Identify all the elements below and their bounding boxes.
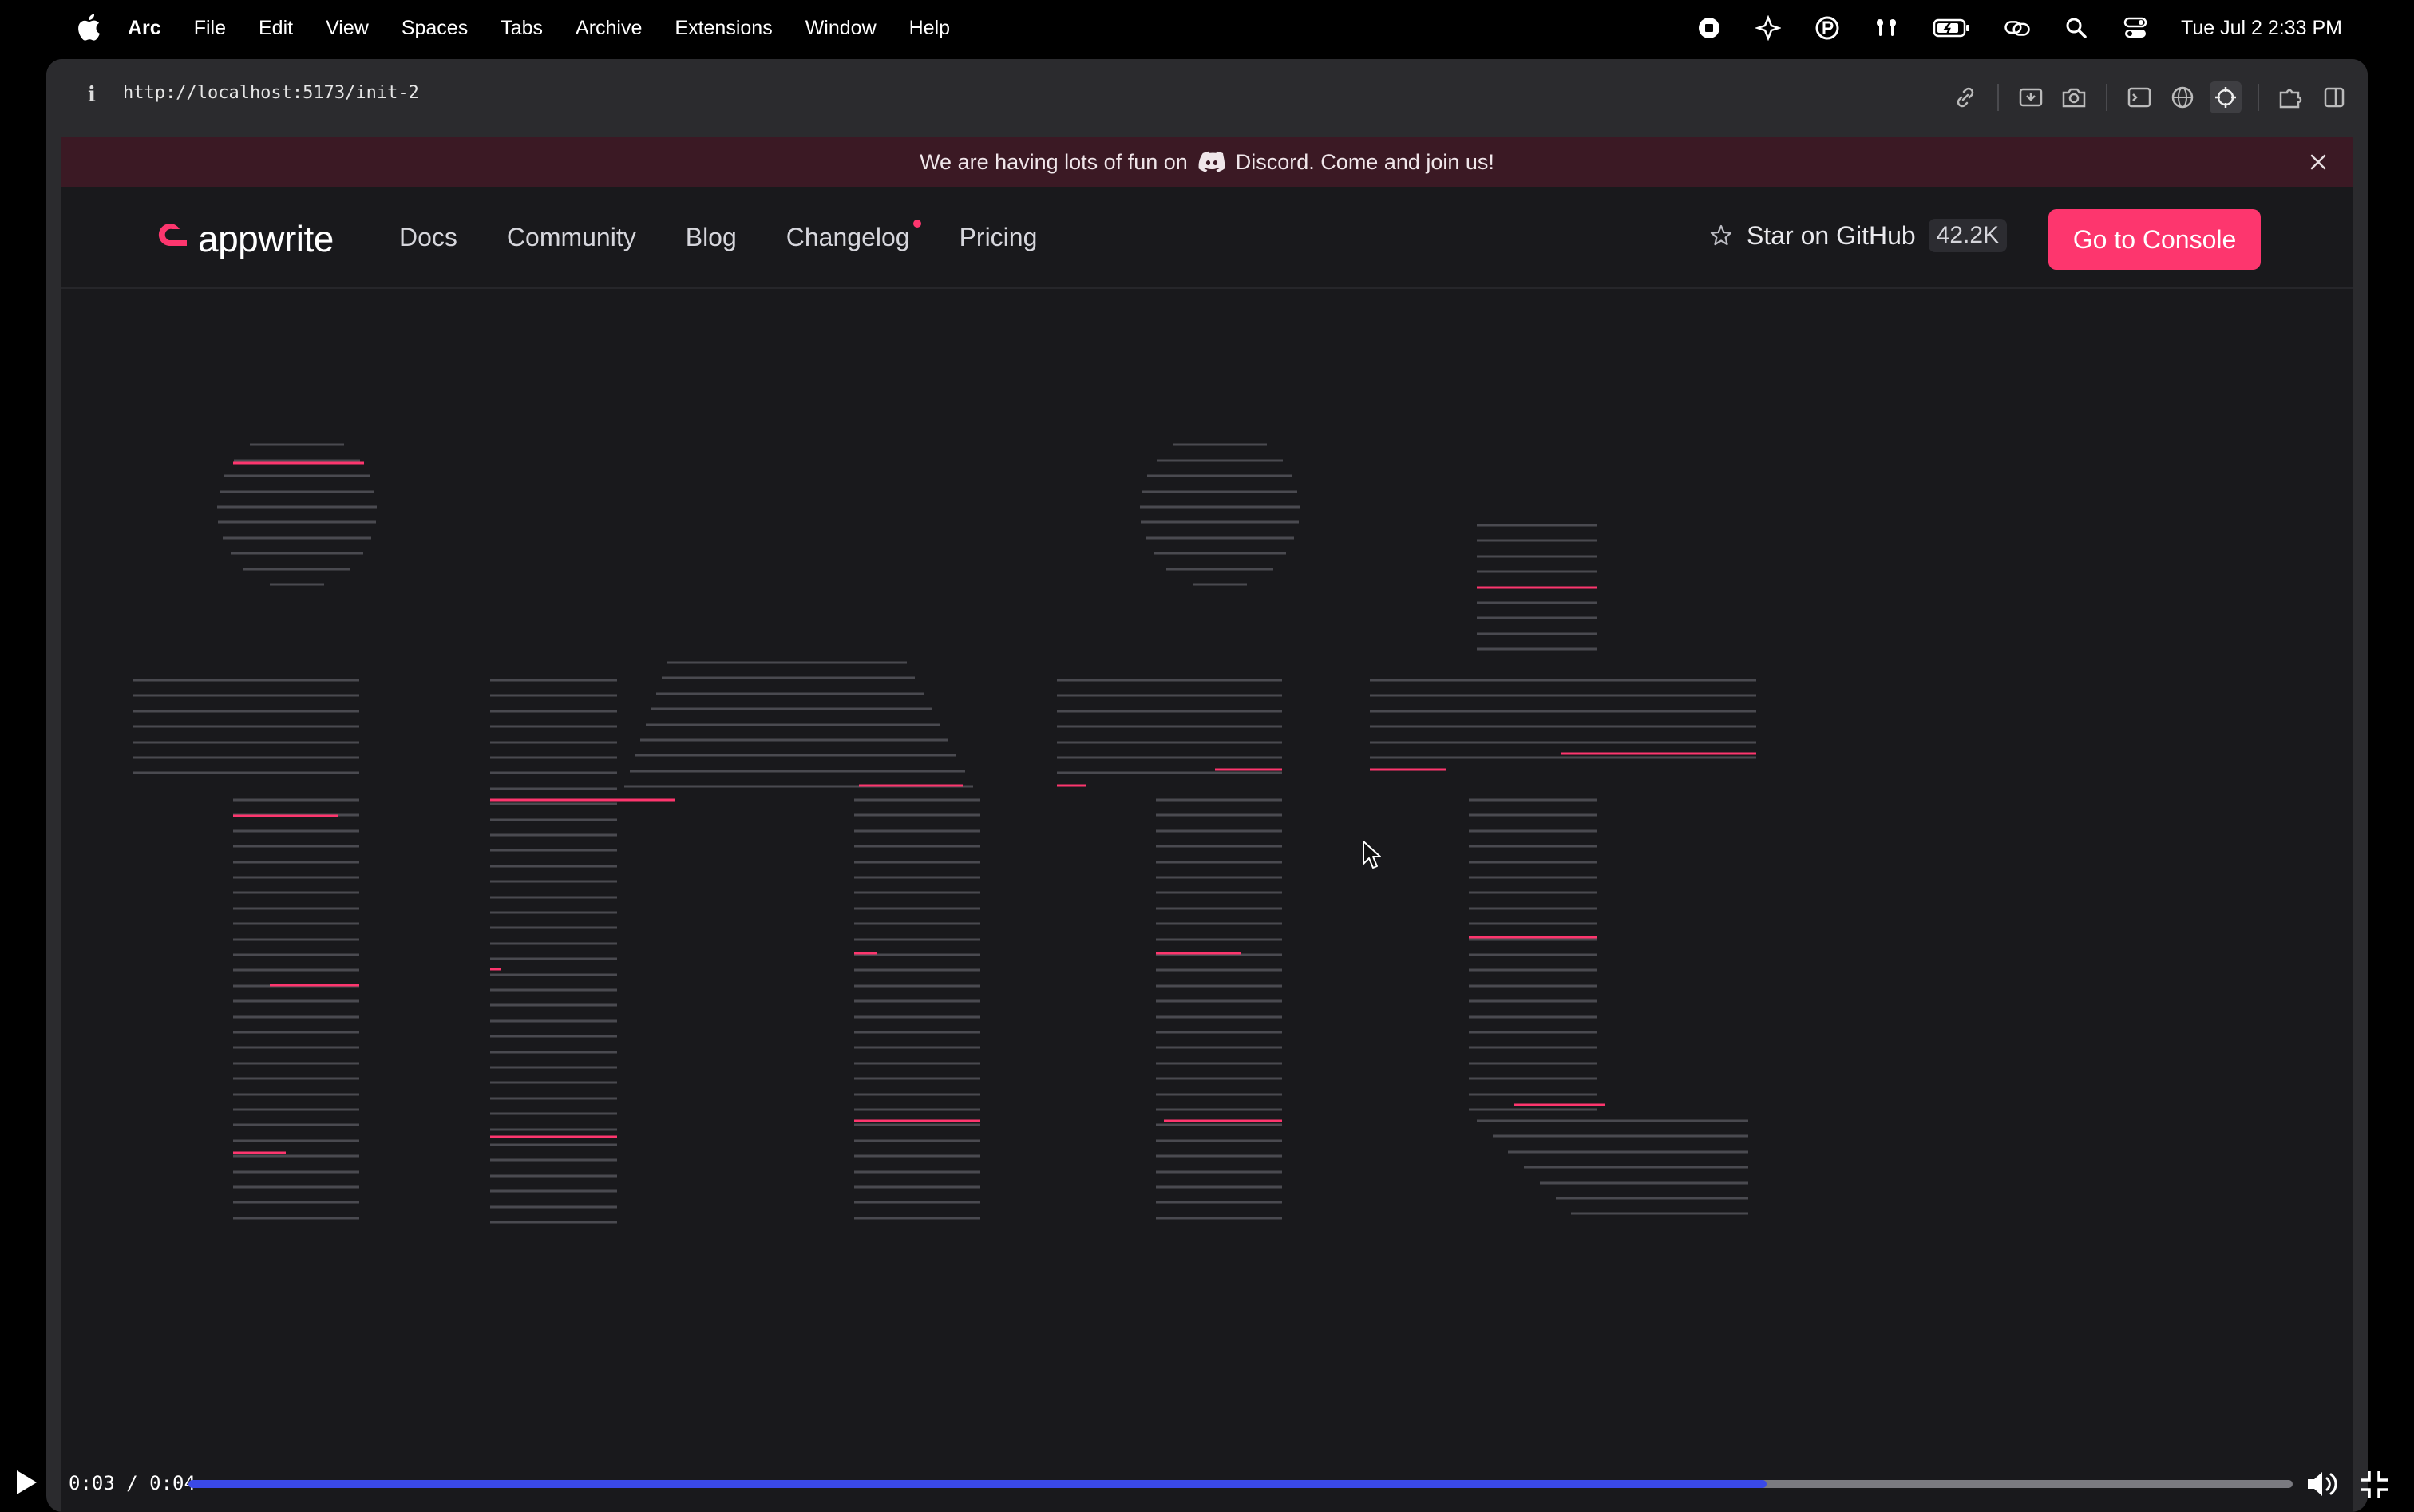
site-info-icon[interactable]: i xyxy=(88,83,105,112)
close-icon[interactable] xyxy=(2305,149,2331,175)
menu-app-arc[interactable]: Arc xyxy=(128,17,161,40)
record-icon[interactable] xyxy=(1696,14,1723,42)
mouse-cursor-icon xyxy=(1363,841,1381,869)
init-hero-artwork xyxy=(133,443,1756,1224)
menu-help[interactable]: Help xyxy=(909,17,950,40)
announcement-banner[interactable]: We are having lots of fun on Discord. Co… xyxy=(61,137,2353,187)
menu-bar-clock[interactable]: Tue Jul 2 2:33 PM xyxy=(2181,17,2342,40)
menu-spaces[interactable]: Spaces xyxy=(402,17,468,40)
menu-file[interactable]: File xyxy=(194,17,226,40)
menu-archive[interactable]: Archive xyxy=(576,17,642,40)
site-header: appwrite Docs Community Blog Changelog P… xyxy=(61,187,2353,289)
menu-window[interactable]: Window xyxy=(805,17,877,40)
banner-text: We are having lots of fun on xyxy=(920,149,1188,174)
go-to-console-button[interactable]: Go to Console xyxy=(2048,209,2261,270)
target-icon[interactable] xyxy=(2210,81,2242,113)
toolbar-divider xyxy=(2106,84,2107,111)
menu-view[interactable]: View xyxy=(326,17,369,40)
nav-link-blog[interactable]: Blog xyxy=(686,223,737,252)
menu-tabs[interactable]: Tabs xyxy=(501,17,543,40)
video-time: 0:03 / 0:04 xyxy=(69,1472,196,1494)
address-bar[interactable]: http://localhost:5173/init-2 xyxy=(123,83,419,103)
star-icon xyxy=(1710,224,1732,246)
video-progress-fill xyxy=(188,1480,1767,1488)
banner-discord-link[interactable]: Discord. Come and join us! xyxy=(1236,150,1494,175)
appwrite-logo-icon xyxy=(158,224,187,246)
globe-icon[interactable] xyxy=(2167,81,2198,113)
menu-edit[interactable]: Edit xyxy=(259,17,293,40)
toolbar-divider xyxy=(2258,84,2259,111)
menu-bar: Arc File Edit View Spaces Tabs Archive E… xyxy=(0,0,2414,56)
github-star-count: 42.2K xyxy=(1928,219,2008,252)
split-view-icon[interactable] xyxy=(2318,81,2350,113)
browser-window: i http://localhost:5173/init-2 We are ha… xyxy=(46,59,2368,1512)
hero-stripes xyxy=(133,443,1756,1224)
arc-boost-icon[interactable] xyxy=(1755,14,1782,42)
control-center-icon[interactable] xyxy=(2122,14,2149,42)
terminal-icon[interactable] xyxy=(2123,81,2155,113)
logo-text: appwrite xyxy=(198,218,334,259)
github-star-label: Star on GitHub xyxy=(1747,220,1916,250)
toolbar-divider xyxy=(1997,84,1999,111)
nav-link-changelog-label: Changelog xyxy=(786,222,910,251)
profile-icon[interactable] xyxy=(1814,14,1841,42)
discord-icon xyxy=(1198,151,1225,172)
video-progress-bar[interactable] xyxy=(188,1480,2293,1488)
apple-icon[interactable] xyxy=(77,13,101,42)
volume-icon[interactable] xyxy=(2305,1469,2341,1499)
changelog-indicator-dot xyxy=(912,219,921,228)
screenshot-icon[interactable] xyxy=(2058,81,2090,113)
nav-link-community[interactable]: Community xyxy=(507,223,636,252)
browser-toolbar: i http://localhost:5173/init-2 xyxy=(46,59,2368,137)
airpods-icon[interactable] xyxy=(1873,14,1900,42)
appwrite-logo[interactable]: appwrite xyxy=(152,217,334,260)
copy-link-icon[interactable] xyxy=(1949,81,1981,113)
exit-fullscreen-icon[interactable] xyxy=(2358,1469,2390,1501)
video-controls: 0:03 / 0:04 xyxy=(0,1458,2414,1509)
search-icon[interactable] xyxy=(2063,14,2090,42)
web-page: We are having lots of fun on Discord. Co… xyxy=(61,137,2353,1512)
link-icon[interactable] xyxy=(2004,14,2031,42)
capture-icon[interactable] xyxy=(2015,81,2047,113)
nav-link-changelog[interactable]: Changelog xyxy=(786,219,921,252)
extensions-icon[interactable] xyxy=(2275,81,2307,113)
nav-link-pricing[interactable]: Pricing xyxy=(960,223,1038,252)
github-star-button[interactable]: Star on GitHub 42.2K xyxy=(1708,219,2008,252)
play-icon[interactable] xyxy=(14,1469,38,1496)
battery-icon[interactable] xyxy=(1932,14,1972,42)
menu-extensions[interactable]: Extensions xyxy=(675,17,772,40)
nav-link-docs[interactable]: Docs xyxy=(399,223,457,252)
